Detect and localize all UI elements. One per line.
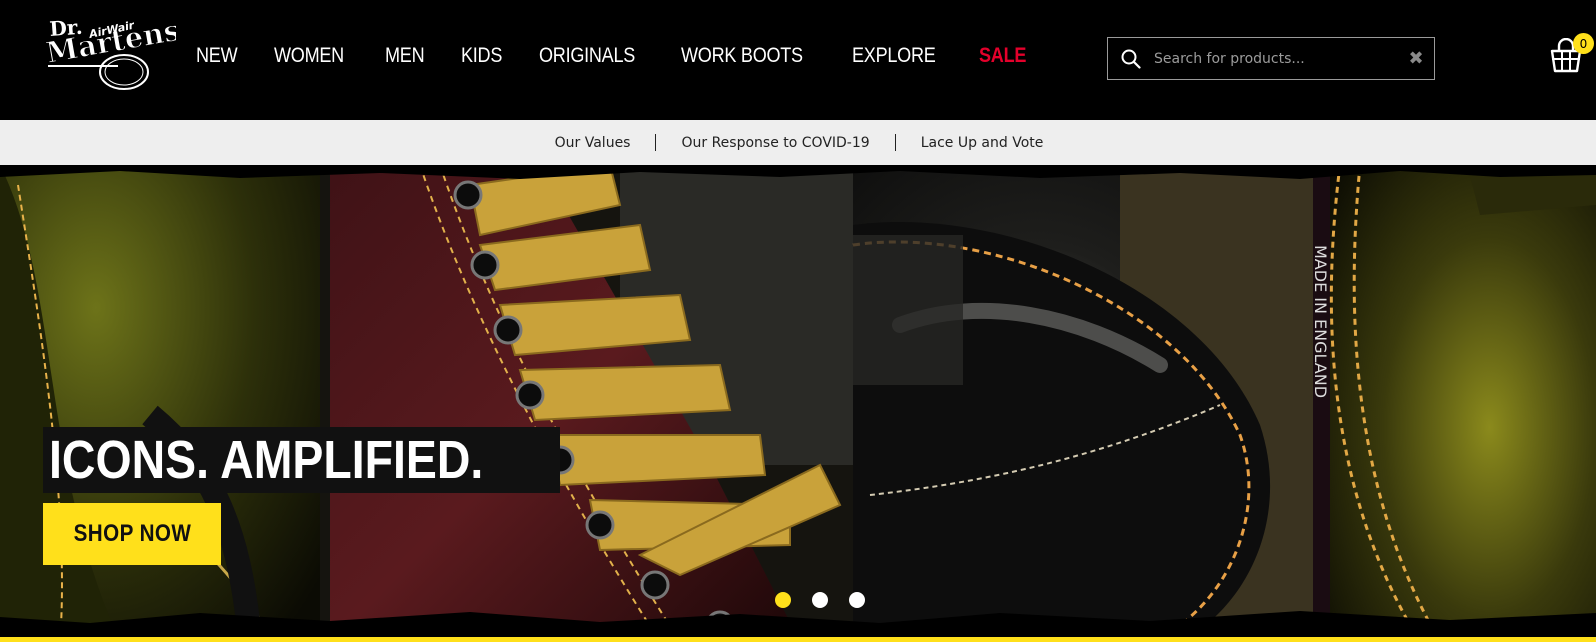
carousel-dot-3[interactable] <box>849 592 865 608</box>
nav-kids[interactable]: KIDS <box>461 44 502 68</box>
dr-martens-logo-icon: Dr. Martens AirWair <box>43 12 183 90</box>
utility-bar: Our Values Our Response to COVID-19 Lace… <box>0 120 1596 165</box>
link-lace-up-and-vote[interactable]: Lace Up and Vote <box>921 135 1044 151</box>
nav-new[interactable]: NEW <box>196 44 238 68</box>
nav-work-boots[interactable]: WORK BOOTS <box>681 44 803 68</box>
yellow-accent-line <box>0 637 1596 642</box>
hero-headline: ICONS. AMPLIFIED. <box>43 427 561 493</box>
close-icon[interactable]: ✖ <box>1398 48 1434 69</box>
carousel-dot-1[interactable] <box>775 592 791 608</box>
search-box: ✖ <box>1107 37 1435 80</box>
site-header: Dr. Martens AirWair NEW WOMEN MEN KIDS O… <box>0 0 1596 120</box>
link-covid-response[interactable]: Our Response to COVID-19 <box>681 135 869 151</box>
hero-boots-image: MADE IN ENGLAND <box>0 165 1596 642</box>
divider <box>655 134 657 151</box>
hero-banner: MADE IN ENGLAND ICONS. AMPLIFIED. SHOP N… <box>0 165 1596 642</box>
search-input[interactable] <box>1154 38 1398 79</box>
nav-explore[interactable]: EXPLORE <box>852 44 936 68</box>
svg-text:MADE IN ENGLAND: MADE IN ENGLAND <box>1311 245 1330 398</box>
hero-headline-text: ICONS. AMPLIFIED. <box>49 430 484 490</box>
nav-men[interactable]: MEN <box>385 44 425 68</box>
nav-sale[interactable]: SALE <box>979 44 1026 68</box>
cart-count-badge: 0 <box>1573 33 1594 54</box>
divider <box>894 134 896 151</box>
carousel-dot-2[interactable] <box>812 592 828 608</box>
nav-women[interactable]: WOMEN <box>274 44 344 68</box>
link-our-values[interactable]: Our Values <box>555 135 631 151</box>
shop-now-button[interactable]: SHOP NOW <box>43 503 221 565</box>
main-navigation: NEW WOMEN MEN KIDS ORIGINALS WORK BOOTS … <box>196 44 1064 68</box>
carousel-dots <box>775 592 865 608</box>
brand-logo[interactable]: Dr. Martens AirWair <box>43 12 183 92</box>
search-icon[interactable] <box>1108 38 1154 79</box>
shop-now-label: SHOP NOW <box>73 520 191 547</box>
nav-originals[interactable]: ORIGINALS <box>539 44 635 68</box>
